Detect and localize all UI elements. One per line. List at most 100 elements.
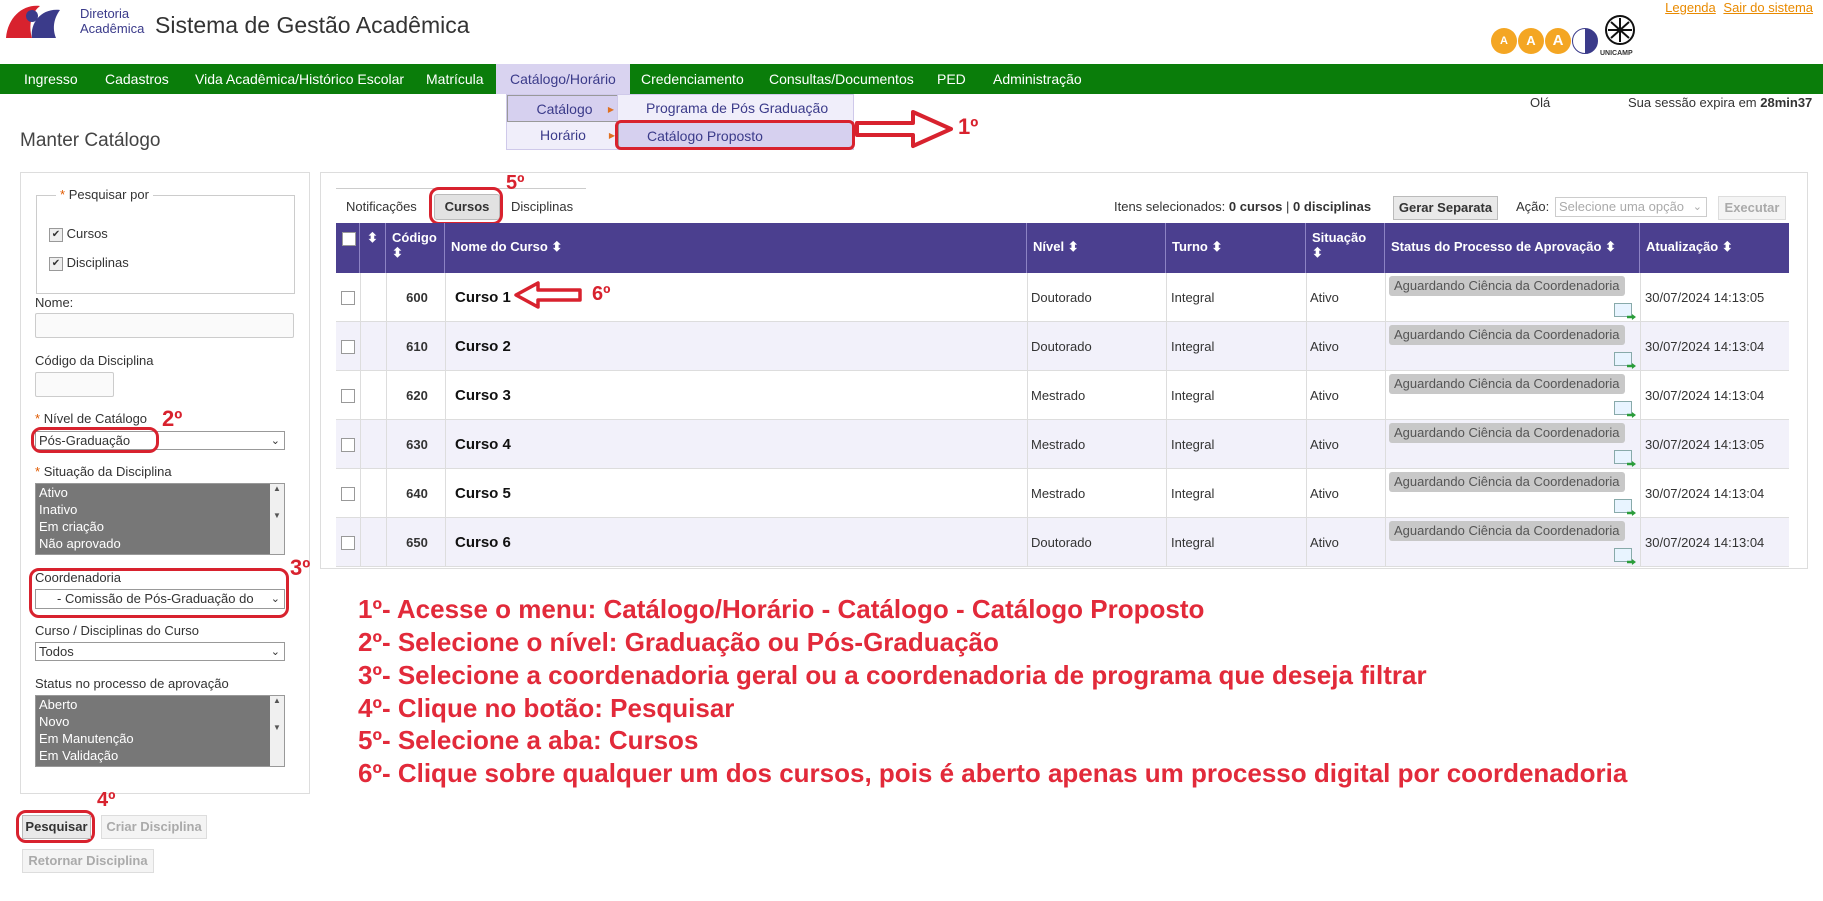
legenda-link[interactable]: Legenda: [1665, 0, 1716, 15]
header-situacao[interactable]: Situação ⬍: [1306, 223, 1385, 273]
situacao-option[interactable]: Ativo: [36, 484, 284, 501]
menu-consultas[interactable]: Consultas/Documentos: [769, 64, 914, 94]
step1-highlight: [615, 120, 855, 150]
checkbox-checked-icon[interactable]: ✔: [49, 256, 63, 271]
cell-situacao: Ativo: [1310, 388, 1339, 403]
table-row[interactable]: 640 Curso 5 Mestrado Integral Ativo 30/07/202…: [336, 469, 1789, 518]
cell-nome[interactable]: Curso 5: [455, 469, 855, 518]
curso-value: Todos: [39, 644, 74, 659]
situacao-option[interactable]: Não aprovado: [36, 535, 284, 552]
menu-vida-academica[interactable]: Vida Acadêmica/Histórico Escolar: [195, 64, 404, 94]
grid-line: [1640, 273, 1641, 567]
row-checkbox[interactable]: [341, 487, 355, 501]
step5-label: 5º: [506, 172, 525, 194]
row-checkbox[interactable]: [341, 536, 355, 550]
row-checkbox[interactable]: [341, 389, 355, 403]
cell-nome[interactable]: Curso 4: [455, 420, 855, 469]
search-by-fieldset: [36, 195, 295, 294]
checkbox-checked-icon[interactable]: ✔: [49, 227, 63, 242]
step3-label: 3º: [290, 555, 311, 580]
status-option[interactable]: Aberto: [36, 696, 284, 713]
table-row[interactable]: 650 Curso 6 Doutorado Integral Ativo 30/07/20…: [336, 518, 1789, 567]
cell-nome[interactable]: Curso 2: [455, 322, 855, 371]
grid-line: [386, 273, 387, 567]
gerar-separata-button[interactable]: Gerar Separata: [1393, 196, 1498, 220]
header-atualizacao[interactable]: Atualização ⬍: [1640, 223, 1789, 273]
grid-line: [1306, 273, 1307, 567]
header-status[interactable]: Status do Processo de Aprovação ⬍: [1385, 223, 1640, 273]
pesquisar-button[interactable]: Pesquisar: [22, 815, 91, 839]
submenu-item-catalogo-label: Catálogo: [536, 101, 593, 117]
required-icon: *: [35, 464, 41, 479]
nome-input[interactable]: [35, 313, 294, 338]
select-all-checkbox[interactable]: [342, 231, 356, 246]
step6-label: 6º: [592, 283, 611, 305]
header-nivel[interactable]: Nível ⬍: [1027, 223, 1166, 273]
menu-matricula[interactable]: Matrícula: [426, 64, 484, 94]
contrast-icon[interactable]: [1572, 28, 1598, 54]
status-option[interactable]: Em Manutenção: [36, 730, 284, 747]
header-status-label: Status do Processo de Aprovação: [1391, 239, 1602, 254]
required-icon: *: [35, 411, 41, 426]
disciplinas-option[interactable]: ✔ Disciplinas: [49, 255, 129, 271]
cell-nivel: Mestrado: [1031, 437, 1086, 452]
status-listbox[interactable]: Aberto Novo Em Manutenção Em Validação ▲…: [35, 695, 285, 767]
cell-nome[interactable]: Curso 6: [455, 518, 855, 567]
top-links: Legenda Sair do sistema: [1661, 0, 1813, 15]
menu-credenciamento[interactable]: Credenciamento: [641, 64, 744, 94]
tab-disciplinas[interactable]: Disciplinas: [511, 193, 573, 221]
header-turno[interactable]: Turno ⬍: [1166, 223, 1306, 273]
table-row[interactable]: 610 Curso 2 Doutorado Integral Ativo 30/07/20…: [336, 322, 1789, 371]
scrollbar[interactable]: ▲ ▼: [270, 696, 284, 766]
font-size-medium-button[interactable]: A: [1518, 28, 1544, 54]
criar-disciplina-button[interactable]: Criar Disciplina: [101, 815, 207, 839]
menu-cadastros[interactable]: Cadastros: [105, 64, 169, 94]
submenu-item-catalogo[interactable]: Catálogo ▶: [507, 95, 619, 122]
sort-icon: ⬍: [551, 239, 563, 254]
open-process-icon[interactable]: [1614, 548, 1632, 562]
cell-codigo: 640: [406, 486, 428, 501]
open-process-icon[interactable]: [1614, 352, 1632, 366]
curso-select[interactable]: Todos ⌄: [35, 642, 285, 661]
cell-turno: Integral: [1171, 535, 1215, 550]
step2-label: 2º: [162, 406, 183, 431]
font-size-large-button[interactable]: A: [1545, 28, 1571, 54]
header-codigo[interactable]: Código ⬍: [386, 223, 445, 273]
open-process-icon[interactable]: [1614, 303, 1632, 317]
row-checkbox[interactable]: [341, 438, 355, 452]
menu-ingresso[interactable]: Ingresso: [24, 64, 78, 94]
nivel-label-wrap: * Nível de Catálogo: [35, 411, 147, 426]
status-option[interactable]: Em Validação: [36, 747, 284, 764]
acao-select[interactable]: Selecione uma opção ⌄: [1555, 197, 1707, 217]
executar-button[interactable]: Executar: [1718, 196, 1786, 220]
sort-icon[interactable]: ⬍: [360, 223, 386, 273]
open-process-icon[interactable]: [1614, 499, 1632, 513]
open-process-icon[interactable]: [1614, 401, 1632, 415]
sair-link[interactable]: Sair do sistema: [1723, 0, 1813, 15]
situacao-option[interactable]: Inativo: [36, 501, 284, 518]
row-checkbox[interactable]: [341, 340, 355, 354]
submenu-item-horario[interactable]: Horário ▶: [507, 122, 619, 149]
scrollbar[interactable]: ▲ ▼: [270, 484, 284, 554]
font-size-small-button[interactable]: A: [1491, 28, 1517, 54]
status-option[interactable]: Novo: [36, 713, 284, 730]
cell-nome[interactable]: Curso 3: [455, 371, 855, 420]
tab-notificacoes[interactable]: Notificações: [346, 193, 417, 221]
menu-catalogo-horario[interactable]: Catálogo/Horário: [496, 64, 630, 94]
retornar-disciplina-button[interactable]: Retornar Disciplina: [22, 849, 154, 873]
table-row[interactable]: 630 Curso 4 Mestrado Integral Ativo 30/07/202…: [336, 420, 1789, 469]
cursos-option[interactable]: ✔ Cursos: [49, 226, 108, 242]
row-checkbox[interactable]: [341, 291, 355, 305]
codigo-input[interactable]: [35, 372, 114, 397]
cell-situacao: Ativo: [1310, 339, 1339, 354]
open-process-icon[interactable]: [1614, 450, 1632, 464]
cell-turno: Integral: [1171, 388, 1215, 403]
table-row[interactable]: 620 Curso 3 Mestrado Integral Ativo 30/07/202…: [336, 371, 1789, 420]
situacao-listbox[interactable]: Ativo Inativo Em criação Não aprovado ▲ ▼: [35, 483, 285, 555]
header-nome[interactable]: Nome do Curso ⬍: [445, 223, 1027, 273]
cell-codigo: 600: [406, 290, 428, 305]
menu-ped[interactable]: PED: [937, 64, 966, 94]
menu-administracao[interactable]: Administração: [993, 64, 1082, 94]
situacao-option[interactable]: Em criação: [36, 518, 284, 535]
submenu-item-programa-pos[interactable]: Programa de Pós Graduação: [618, 95, 853, 122]
